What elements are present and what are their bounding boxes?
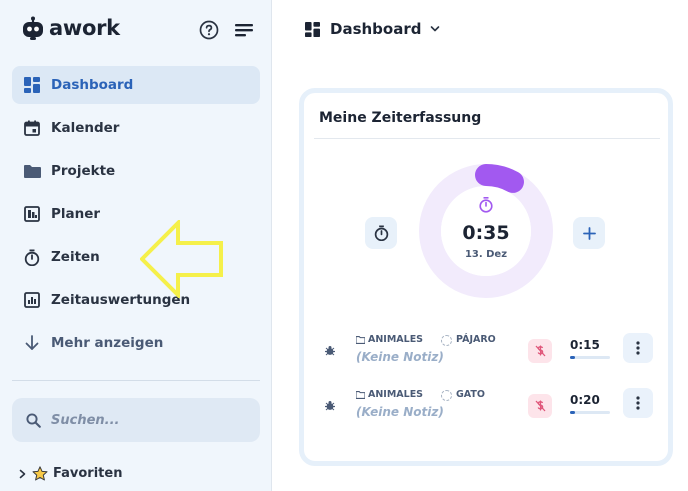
- task-status-icon: [441, 390, 452, 401]
- more-vertical-icon: [636, 396, 640, 410]
- sidebar-item-label: Planer: [51, 206, 101, 222]
- bug-icon: [325, 401, 335, 411]
- no-money-icon: [535, 345, 545, 357]
- star-icon: [32, 466, 48, 481]
- sidebar-item-label: Zeiten: [51, 249, 100, 265]
- entry-duration-bar: [570, 356, 610, 359]
- planner-icon: [23, 205, 41, 223]
- entry-duration: 0:15: [570, 338, 600, 352]
- start-timer-button[interactable]: [365, 217, 397, 249]
- timer-date: 13. Dez: [464, 249, 508, 260]
- bug-icon: [325, 346, 335, 356]
- folder-icon: [23, 162, 41, 180]
- search-icon: [26, 412, 41, 428]
- sidebar-item-label: Dashboard: [51, 77, 134, 93]
- entry-note: (Keine Notiz): [356, 405, 444, 419]
- annotation-arrow-icon: [140, 220, 223, 298]
- entry-note: (Keine Notiz): [356, 350, 444, 364]
- sidebar-item-dashboard[interactable]: Dashboard: [12, 66, 260, 104]
- add-entry-button[interactable]: [573, 217, 605, 249]
- sidebar-item-label: Kalender: [51, 120, 120, 136]
- entry-more-button[interactable]: [623, 333, 653, 363]
- favorites-label: Favoriten: [53, 466, 123, 481]
- chevron-right-icon: [19, 469, 26, 478]
- chevron-down-icon: [431, 26, 440, 32]
- widget-title: Meine Zeiterfassung: [319, 110, 482, 126]
- sidebar-item-label: Projekte: [51, 163, 116, 179]
- entry-billable-toggle[interactable]: [528, 394, 552, 418]
- search-box[interactable]: [12, 398, 260, 442]
- time-tracking-widget: Meine Zeiterfassung 0:35 13. Dez ANIMALE…: [299, 88, 673, 466]
- arrow-down-icon: [23, 334, 41, 352]
- task-status-icon: [441, 335, 452, 346]
- widget-divider: [314, 138, 660, 139]
- search-input[interactable]: [51, 412, 241, 428]
- stopwatch-icon: [374, 225, 388, 241]
- sidebar-divider: [12, 380, 260, 381]
- sidebar-item-label: Mehr anzeigen: [51, 335, 164, 351]
- sidebar: awork Dashboard Kalender Projekte Planer: [0, 0, 272, 491]
- entry-duration-bar: [570, 411, 610, 414]
- entry-project: ANIMALES: [368, 389, 424, 400]
- app-logo[interactable]: awork: [22, 16, 120, 40]
- sidebar-item-kalender[interactable]: Kalender: [12, 109, 260, 147]
- dashboard-icon: [305, 21, 320, 37]
- folder-icon: [356, 391, 365, 399]
- entry-task: GATO: [456, 389, 485, 400]
- no-money-icon: [535, 400, 545, 412]
- timer-time: 0:35: [462, 222, 510, 244]
- time-entry[interactable]: ANIMALES PÁJARO (Keine Notiz) 0:15: [324, 333, 658, 377]
- sidebar-item-projekte[interactable]: Projekte: [12, 152, 260, 190]
- folder-icon: [356, 336, 365, 344]
- menu-icon[interactable]: [235, 23, 253, 37]
- entry-billable-toggle[interactable]: [528, 339, 552, 363]
- awork-logo-icon: [23, 16, 43, 40]
- help-icon[interactable]: [199, 20, 219, 40]
- entry-duration: 0:20: [570, 393, 600, 407]
- stopwatch-icon: [23, 248, 41, 266]
- plus-icon: [582, 226, 596, 240]
- page-title-dropdown[interactable]: Dashboard: [305, 20, 440, 38]
- calendar-icon: [23, 119, 41, 137]
- entry-more-button[interactable]: [623, 388, 653, 418]
- more-vertical-icon: [636, 341, 640, 355]
- chart-icon: [23, 291, 41, 309]
- timer-progress-arc: [475, 164, 524, 193]
- time-entry[interactable]: ANIMALES GATO (Keine Notiz) 0:20: [324, 388, 658, 432]
- sidebar-item-more[interactable]: Mehr anzeigen: [12, 324, 260, 362]
- dashboard-icon: [23, 76, 41, 94]
- entry-project: ANIMALES: [368, 334, 424, 345]
- entry-task: PÁJARO: [456, 334, 496, 345]
- favorites-toggle[interactable]: Favoriten: [18, 466, 122, 481]
- app-name: awork: [49, 16, 120, 40]
- page-title: Dashboard: [330, 20, 422, 38]
